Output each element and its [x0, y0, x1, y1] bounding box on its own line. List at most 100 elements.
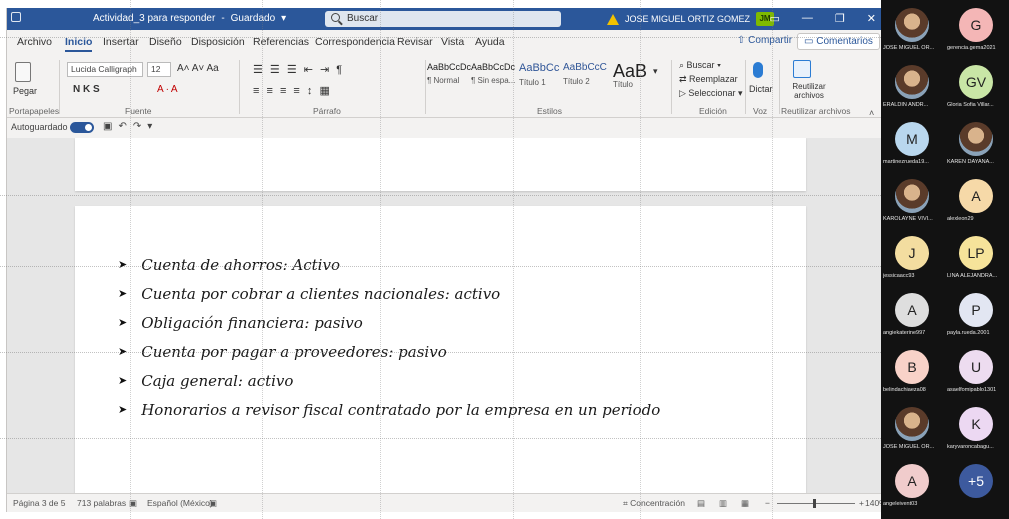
close-icon[interactable]: ✕ [867, 12, 876, 25]
participant-tile[interactable]: Uasaelfomipablo1301 [945, 342, 1009, 400]
participant-tile[interactable]: Aalexleon29 [945, 171, 1009, 229]
search-placeholder: Buscar [347, 13, 379, 24]
style-normal[interactable]: AaBbCcDc ¶ Normal [427, 62, 471, 92]
participant-tile[interactable]: Aangeleivent03 [881, 456, 945, 514]
language[interactable]: Español (México) [147, 498, 213, 508]
style-name: Título 2 [563, 77, 590, 86]
list-item[interactable]: ➤ Caja general: activo [118, 366, 660, 395]
web-layout-icon[interactable]: ▦ [741, 498, 749, 509]
focus-mode-button[interactable]: ⌗ Concentración [623, 498, 685, 509]
dictate-button[interactable]: Dictar [749, 84, 773, 94]
style-name: Título 1 [519, 78, 546, 87]
reuse-files-icon[interactable] [793, 60, 811, 78]
style-name: ¶ Sin espa... [471, 76, 516, 85]
zoom-slider-thumb[interactable] [813, 499, 816, 508]
list-item[interactable]: ➤ Obligación financiera: pasivo [118, 308, 660, 337]
accessibility-icon[interactable]: ▣ [209, 498, 217, 509]
list-item[interactable]: ➤ Honorarios a revisor fiscal contratado … [118, 395, 660, 424]
bullet-arrow-icon: ➤ [118, 287, 128, 300]
participant-name: martinezrueda19... [883, 159, 929, 165]
list-item-text: Honorarios a revisor fiscal contratado p… [141, 400, 661, 419]
style-preview: AaB [613, 61, 648, 81]
style-heading-1[interactable]: AaBbCc Título 1 [519, 62, 559, 92]
participant-tile[interactable]: KAREN DAYANA... [945, 114, 1009, 172]
style-preview: AaBbCcDc [427, 62, 472, 72]
comments-button[interactable]: ▭ Comentarios [797, 33, 880, 50]
participant-tile[interactable]: Aangiekaterine997 [881, 285, 945, 343]
style-no-spacing[interactable]: AaBbCcDc ¶ Sin espa... [471, 62, 515, 92]
tab-inicio[interactable]: Inicio [65, 36, 93, 52]
participant-tile[interactable]: Ggerencia.gema2021 [945, 0, 1009, 58]
reuse-files-button[interactable]: Reutilizar archivos [787, 82, 831, 100]
paste-button[interactable]: Pegar [13, 86, 37, 96]
list-item[interactable]: ➤ Cuenta por cobrar a clientes nacionales… [118, 279, 660, 308]
guide-line [772, 0, 773, 519]
zoom-out-icon[interactable]: − [765, 498, 770, 508]
style-heading-2[interactable]: AaBbCcC Título 2 [563, 62, 607, 92]
style-title[interactable]: AaB Título [613, 62, 647, 92]
bold-italic-underline-buttons[interactable]: N K S [73, 84, 100, 95]
doc-title-area[interactable]: Actividad_3 para responder - Guardado ▾ [93, 13, 286, 24]
clipboard-icon[interactable] [15, 62, 31, 82]
replace-label: Reemplazar [689, 74, 738, 84]
print-layout-icon[interactable]: ▥ [719, 498, 727, 509]
avatar: +5 [959, 464, 993, 498]
participant-tile[interactable]: Kkaryvaroncabagu... [945, 399, 1009, 457]
font-color-icon[interactable]: A ∙ A [157, 84, 178, 95]
ribbon: Pegar Lucida Calligraph 12 N K S A˄ A˅ A… [7, 54, 881, 118]
participant-tile[interactable]: ERALDIN ANDR... [881, 57, 945, 115]
find-button[interactable]: ⌕ Buscar ▾ [679, 60, 721, 71]
avatar [959, 122, 993, 156]
save-icon[interactable] [11, 12, 21, 22]
list-item-text: Obligación financiera: pasivo [141, 313, 363, 332]
participant-tile[interactable]: Mmartinezrueda19... [881, 114, 945, 172]
collapse-ribbon-icon[interactable]: ˄ [869, 108, 874, 118]
participant-tile[interactable]: Ppayla.rueda.2001 [945, 285, 1009, 343]
participant-tile[interactable]: Jjessicaacc93 [881, 228, 945, 286]
group-clipboard: Portapapeles [9, 106, 60, 116]
divider [779, 60, 780, 114]
font-name-select[interactable]: Lucida Calligraph [67, 62, 143, 77]
microphone-icon[interactable] [753, 62, 763, 78]
word-window: Actividad_3 para responder - Guardado ▾ … [6, 8, 881, 512]
minimize-icon[interactable]: — [802, 12, 813, 25]
search-input[interactable]: Buscar [325, 11, 561, 27]
guide-line [0, 352, 881, 353]
participant-name: LINA ALEJANDRA... [947, 273, 998, 279]
read-mode-icon[interactable]: ▤ [697, 498, 705, 509]
participant-tile[interactable]: JOSE MIGUEL OR... [881, 0, 945, 58]
list-icons[interactable]: ☰ ☰ ☰ ⇤ ⇥ ¶ [253, 63, 344, 76]
menu-bar: Archivo Inicio Insertar Diseño Disposici… [7, 30, 881, 54]
autosave-label: Autoguardado [11, 122, 68, 132]
list-item[interactable]: ➤ Cuenta de ahorros: Activo [118, 250, 660, 279]
replace-button[interactable]: ⇄ Reemplazar [679, 74, 738, 85]
alignment-icons[interactable]: ≡ ≡ ≡ ≡ ↕ ▦ [253, 84, 332, 97]
zoom-in-icon[interactable]: + [859, 498, 864, 508]
select-button[interactable]: ▷ Seleccionar ▾ [679, 88, 742, 99]
participant-tile[interactable]: JOSE MIGUEL OR... [881, 399, 945, 457]
participant-tile[interactable]: GV Gloria Sofia Villar... [945, 57, 1009, 115]
maximize-icon[interactable]: ❐ [835, 12, 845, 25]
styles-more-icon[interactable]: ▾ [653, 66, 658, 77]
page-count[interactable]: Página 3 de 5 [13, 498, 65, 508]
participant-name: JOSE MIGUEL OR... [883, 45, 935, 51]
participant-tile[interactable]: LP LINA ALEJANDRA... [945, 228, 1009, 286]
word-count[interactable]: 713 palabras [77, 498, 126, 508]
user-area[interactable]: JOSE MIGUEL ORTIZ GOMEZ JM [607, 12, 775, 26]
font-grow-icon[interactable]: A˄ A˅ Aa [177, 63, 219, 74]
zoom-slider[interactable] [777, 503, 855, 504]
group-reuse: Reutilizar archivos [781, 106, 851, 116]
participant-tile[interactable]: Bbelindachiaeza08 [881, 342, 945, 400]
participant-tile[interactable]: KAROLAYNE VIVI... [881, 171, 945, 229]
zoom-level[interactable]: 140% [865, 498, 881, 508]
guide-line [380, 0, 381, 519]
avatar: J [895, 236, 929, 270]
avatar: A [895, 293, 929, 327]
avatar [895, 65, 929, 99]
font-size-select[interactable]: 12 [147, 62, 171, 77]
focus-label: Concentración [630, 498, 685, 508]
style-preview: AaBbCcC [563, 62, 607, 73]
participant-tile[interactable]: +5 [945, 456, 1009, 514]
document-area[interactable]: ➤ Cuenta de ahorros: Activo ➤ Cuenta por c… [7, 138, 881, 493]
autosave-toggle[interactable] [70, 122, 94, 133]
